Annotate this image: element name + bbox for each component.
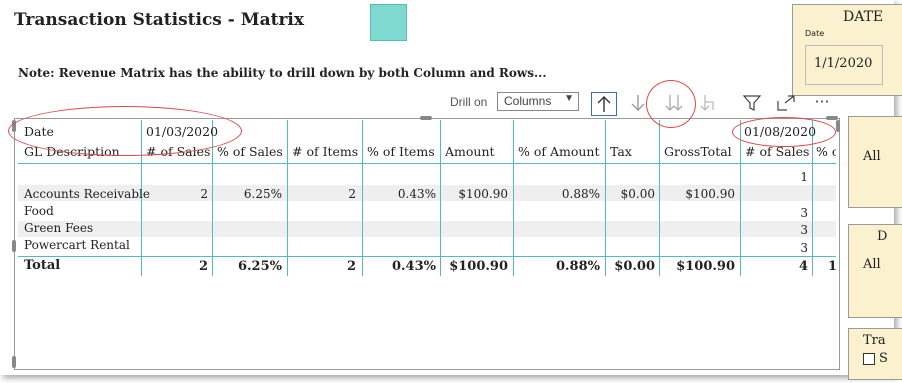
col-header[interactable]: # of Sales — [146, 144, 210, 159]
total-value: 2 — [198, 259, 208, 274]
total-value: 0.88% — [555, 259, 600, 274]
row-header-gl-description[interactable]: GL Description — [24, 144, 120, 159]
cell-value: 3 — [800, 223, 808, 237]
cell-value: 3 — [800, 241, 808, 255]
slicer-3-header: D — [877, 229, 888, 244]
column-divider — [513, 120, 514, 276]
column-divider — [812, 120, 813, 276]
cell-value: $100.90 — [685, 187, 735, 201]
row-label[interactable]: Green Fees — [24, 221, 93, 235]
column-divider — [740, 120, 741, 276]
total-value: 6.25% — [237, 259, 282, 274]
arrow-down-icon — [631, 95, 645, 111]
total-label: Total — [24, 258, 61, 273]
drill-on-label: Drill on — [450, 95, 488, 109]
column-divider — [362, 120, 363, 276]
column-divider — [212, 120, 213, 276]
cell-value: $0.00 — [620, 187, 655, 201]
drill-up-button[interactable] — [591, 92, 617, 116]
total-value: 1 — [828, 259, 836, 274]
col-header[interactable]: GrossTotal — [664, 144, 732, 159]
resize-handle-left[interactable] — [12, 240, 16, 252]
total-value: $0.00 — [614, 259, 655, 274]
date-row-label: Date — [24, 124, 54, 139]
date-slicer-header: DATE — [843, 9, 884, 25]
double-arrow-down-icon — [665, 95, 683, 111]
slicer-2-value[interactable]: All — [863, 149, 881, 164]
slicer-3-value[interactable]: All — [863, 257, 881, 272]
col-header[interactable]: # of Sales — [745, 144, 809, 159]
total-value: 4 — [798, 259, 808, 274]
column-divider — [440, 120, 441, 276]
more-options-button[interactable]: ··· — [810, 90, 834, 112]
slicer-4-checkbox[interactable] — [863, 353, 875, 365]
total-value: 0.43% — [391, 259, 436, 274]
slicer-4[interactable]: Tra S — [848, 328, 902, 380]
drill-on-value: Columns — [504, 94, 552, 108]
total-value: $100.90 — [676, 259, 735, 274]
col-header[interactable]: Tax — [610, 144, 632, 159]
slicer-2[interactable]: All — [848, 116, 902, 208]
page-title: Transaction Statistics - Matrix — [14, 10, 304, 30]
focus-mode-icon — [777, 95, 795, 111]
col-header[interactable]: % c — [816, 144, 836, 159]
slicer-3[interactable]: D All — [848, 224, 902, 318]
focus-mode-button[interactable] — [774, 92, 798, 114]
cell-value: 1 — [800, 170, 808, 184]
resize-handle-right[interactable] — [836, 120, 840, 132]
cell-value: 0.43% — [397, 187, 436, 201]
drill-on-select[interactable]: Columns ▼ — [497, 92, 579, 111]
row-label[interactable]: Food — [24, 204, 54, 218]
date-input-value: 1/1/2020 — [814, 56, 873, 71]
filter-icon — [743, 95, 761, 111]
resize-handle-top[interactable] — [420, 116, 432, 120]
slicer-4-option-label: S — [879, 351, 888, 366]
filter-button[interactable] — [740, 92, 764, 114]
slicer-4-header: Tra — [863, 333, 886, 348]
note-text: Note: Revenue Matrix has the ability to … — [18, 66, 547, 80]
column-divider — [287, 120, 288, 276]
cell-value: 2 — [200, 187, 208, 201]
row-label[interactable]: Powercart Rental — [24, 238, 130, 252]
cell-value: 3 — [800, 206, 808, 220]
fork-arrow-down-icon — [700, 95, 714, 111]
col-header[interactable]: # of Items — [292, 144, 358, 159]
column-divider — [659, 120, 660, 276]
date-column-header-2[interactable]: 01/08/2020 — [744, 124, 816, 139]
chevron-down-icon: ▼ — [564, 93, 574, 104]
col-header[interactable]: % of Items — [367, 144, 435, 159]
drill-down-button[interactable] — [626, 92, 650, 114]
col-header[interactable]: Amount — [445, 144, 495, 159]
go-to-next-level-button[interactable] — [662, 92, 686, 114]
col-header[interactable]: % of Amount — [518, 144, 600, 159]
cell-value: 0.88% — [561, 187, 600, 201]
date-column-header-1[interactable]: 01/03/2020 — [146, 124, 218, 139]
column-divider — [605, 120, 606, 276]
col-header[interactable]: % of Sales — [217, 144, 283, 159]
cell-value: $100.90 — [458, 187, 508, 201]
date-slicer-label: Date — [805, 29, 825, 38]
cell-value: 6.25% — [243, 187, 282, 201]
resize-handle-left-bottom[interactable] — [12, 356, 16, 368]
total-value: 2 — [346, 259, 356, 274]
total-value: $100.90 — [449, 259, 508, 274]
cell-value: 2 — [348, 187, 356, 201]
date-slicer[interactable]: DATE Date 1/1/2020 — [792, 4, 902, 96]
color-swatch — [370, 4, 407, 41]
arrow-up-icon — [597, 96, 611, 112]
date-input[interactable]: 1/1/2020 — [805, 45, 883, 85]
row-label[interactable]: Accounts Receivable — [24, 187, 150, 201]
resize-handle-left-top[interactable] — [12, 120, 16, 132]
expand-next-level-button[interactable] — [696, 92, 720, 114]
